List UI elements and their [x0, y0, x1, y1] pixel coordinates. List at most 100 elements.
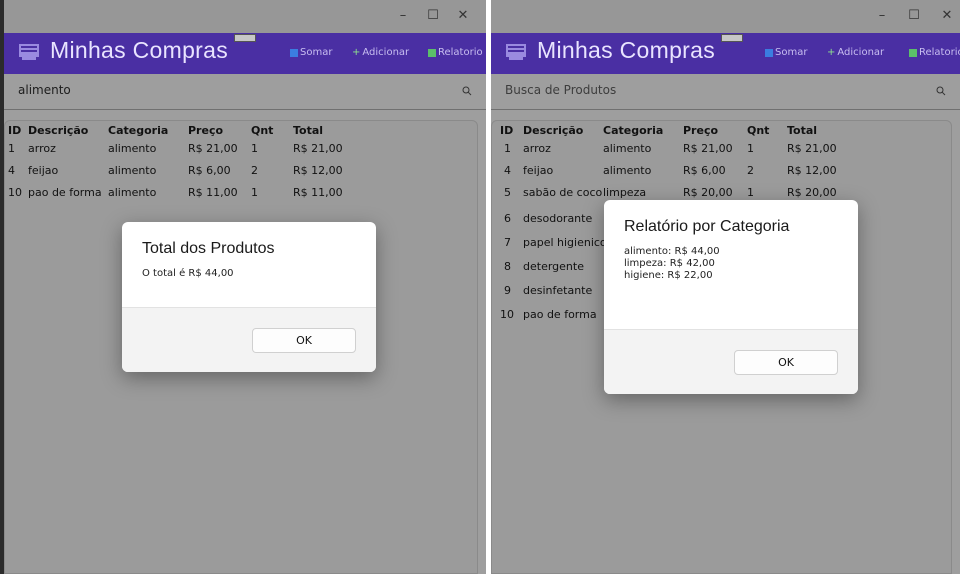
column-header-descricao: Descrição	[28, 124, 89, 137]
plus-icon: +	[352, 47, 361, 58]
adicionar-button[interactable]: + Adicionar	[352, 47, 409, 58]
cart-logo-icon	[19, 44, 39, 60]
cell-total: R$ 11,00	[293, 186, 343, 199]
table-row[interactable]: 10 pao de forma alimento R$ 11,00 1 R$ 1…	[5, 183, 477, 205]
column-header-descricao: Descrição	[523, 124, 584, 137]
maximize-button[interactable]: ☐	[422, 6, 444, 26]
cell-descricao: feijao	[28, 164, 59, 177]
app-header: Minhas Compras Somar + Adicionar Relator…	[491, 33, 960, 74]
cell-preco: R$ 21,00	[683, 142, 733, 155]
window-right: – ☐ ✕ Minhas Compras Somar + Adicionar R…	[491, 0, 960, 574]
cell-descricao: desinfetante	[523, 284, 593, 297]
column-header-categoria: Categoria	[108, 124, 169, 137]
maximize-button[interactable]: ☐	[903, 6, 925, 26]
cell-preco: R$ 20,00	[683, 186, 733, 199]
window-handle	[234, 34, 256, 42]
cell-total: R$ 12,00	[293, 164, 343, 177]
table-row[interactable]: 1 arroz alimento R$ 21,00 1 R$ 21,00	[5, 139, 477, 161]
cell-categoria: alimento	[603, 142, 652, 155]
close-button[interactable]: ✕	[936, 6, 958, 26]
column-header-total: Total	[293, 124, 324, 137]
minimize-button[interactable]: –	[871, 6, 893, 26]
cell-qnt: 1	[747, 142, 754, 155]
cell-id: 10	[500, 308, 514, 321]
dialog-title: Relatório por Categoria	[624, 218, 790, 235]
cell-id: 7	[504, 236, 511, 249]
cell-id: 1	[504, 142, 511, 155]
cell-total: R$ 20,00	[787, 186, 837, 199]
close-button[interactable]: ✕	[452, 6, 474, 26]
dialog-message: O total é R$ 44,00	[142, 268, 234, 279]
calculator-icon	[765, 48, 773, 57]
adicionar-label: Adicionar	[362, 47, 410, 58]
cell-id: 4	[504, 164, 511, 177]
app-title: Minhas Compras	[50, 37, 229, 63]
cell-descricao: pao de forma	[523, 308, 597, 321]
relatorio-button[interactable]: Relatorio	[428, 47, 483, 58]
search-input[interactable]	[18, 83, 398, 97]
column-header-categoria: Categoria	[603, 124, 664, 137]
adicionar-label: Adicionar	[837, 47, 885, 58]
cell-qnt: 1	[251, 142, 258, 155]
ok-button[interactable]: OK	[734, 350, 838, 375]
table-row[interactable]: 4 feijao alimento R$ 6,00 2 R$ 12,00	[492, 161, 951, 183]
table-row[interactable]: 1 arroz alimento R$ 21,00 1 R$ 21,00	[492, 139, 951, 161]
column-header-id: ID	[500, 124, 514, 137]
cart-logo-icon	[506, 44, 526, 60]
ok-button[interactable]: OK	[252, 328, 356, 353]
column-header-preco: Preço	[188, 124, 224, 137]
report-line: higiene: R$ 22,00	[624, 270, 713, 281]
cell-id: 10	[8, 186, 22, 199]
search-bar	[4, 74, 486, 110]
title-bar: – ☐ ✕	[491, 0, 960, 33]
cell-total: R$ 21,00	[293, 142, 343, 155]
adicionar-button[interactable]: + Adicionar	[827, 47, 884, 58]
relatorio-button[interactable]: Relatorio	[909, 47, 960, 58]
cell-categoria: alimento	[108, 142, 157, 155]
cell-descricao: arroz	[523, 142, 551, 155]
somar-button[interactable]: Somar	[290, 47, 332, 58]
search-icon[interactable]	[462, 86, 472, 96]
cell-preco: R$ 21,00	[188, 142, 238, 155]
column-header-qnt: Qnt	[251, 124, 274, 137]
cell-categoria: alimento	[108, 186, 157, 199]
relatorio-label: Relatorio	[919, 47, 960, 58]
cell-descricao: desodorante	[523, 212, 593, 225]
dialog-body: Relatório por Categoria alimento: R$ 44,…	[604, 200, 858, 329]
dialog-footer: OK	[122, 307, 376, 372]
cell-descricao: arroz	[28, 142, 56, 155]
cell-preco: R$ 6,00	[188, 164, 231, 177]
cell-total: R$ 12,00	[787, 164, 837, 177]
cell-categoria: limpeza	[603, 186, 647, 199]
cell-qnt: 1	[251, 186, 258, 199]
title-bar: – ☐ ✕	[4, 0, 486, 33]
cell-id: 9	[504, 284, 511, 297]
cell-descricao: feijao	[523, 164, 554, 177]
plus-icon: +	[827, 47, 836, 58]
somar-label: Somar	[775, 47, 808, 58]
somar-button[interactable]: Somar	[765, 47, 807, 58]
report-icon	[428, 48, 436, 57]
window-handle	[721, 34, 743, 42]
desktop: – ☐ ✕ Minhas Compras Somar + Adicionar R…	[0, 0, 960, 574]
table-row[interactable]: 4 feijao alimento R$ 6,00 2 R$ 12,00	[5, 161, 477, 183]
report-icon	[909, 48, 917, 57]
somar-label: Somar	[300, 47, 333, 58]
search-bar	[491, 74, 960, 110]
report-dialog: Relatório por Categoria alimento: R$ 44,…	[604, 200, 858, 394]
search-icon[interactable]	[936, 86, 946, 96]
dialog-body: Total dos Produtos O total é R$ 44,00	[122, 222, 376, 307]
column-header-preco: Preço	[683, 124, 719, 137]
cell-id: 8	[504, 260, 511, 273]
minimize-button[interactable]: –	[392, 6, 414, 26]
report-line: alimento: R$ 44,00	[624, 246, 720, 257]
cell-preco: R$ 6,00	[683, 164, 726, 177]
app-header: Minhas Compras Somar + Adicionar Relator…	[4, 33, 486, 74]
cell-id: 5	[504, 186, 511, 199]
cell-id: 6	[504, 212, 511, 225]
cell-qnt: 1	[747, 186, 754, 199]
cell-descricao: pao de forma	[28, 186, 102, 199]
cell-descricao: sabão de coco	[523, 186, 603, 199]
search-input[interactable]	[505, 83, 885, 97]
total-dialog: Total dos Produtos O total é R$ 44,00 OK	[122, 222, 376, 372]
